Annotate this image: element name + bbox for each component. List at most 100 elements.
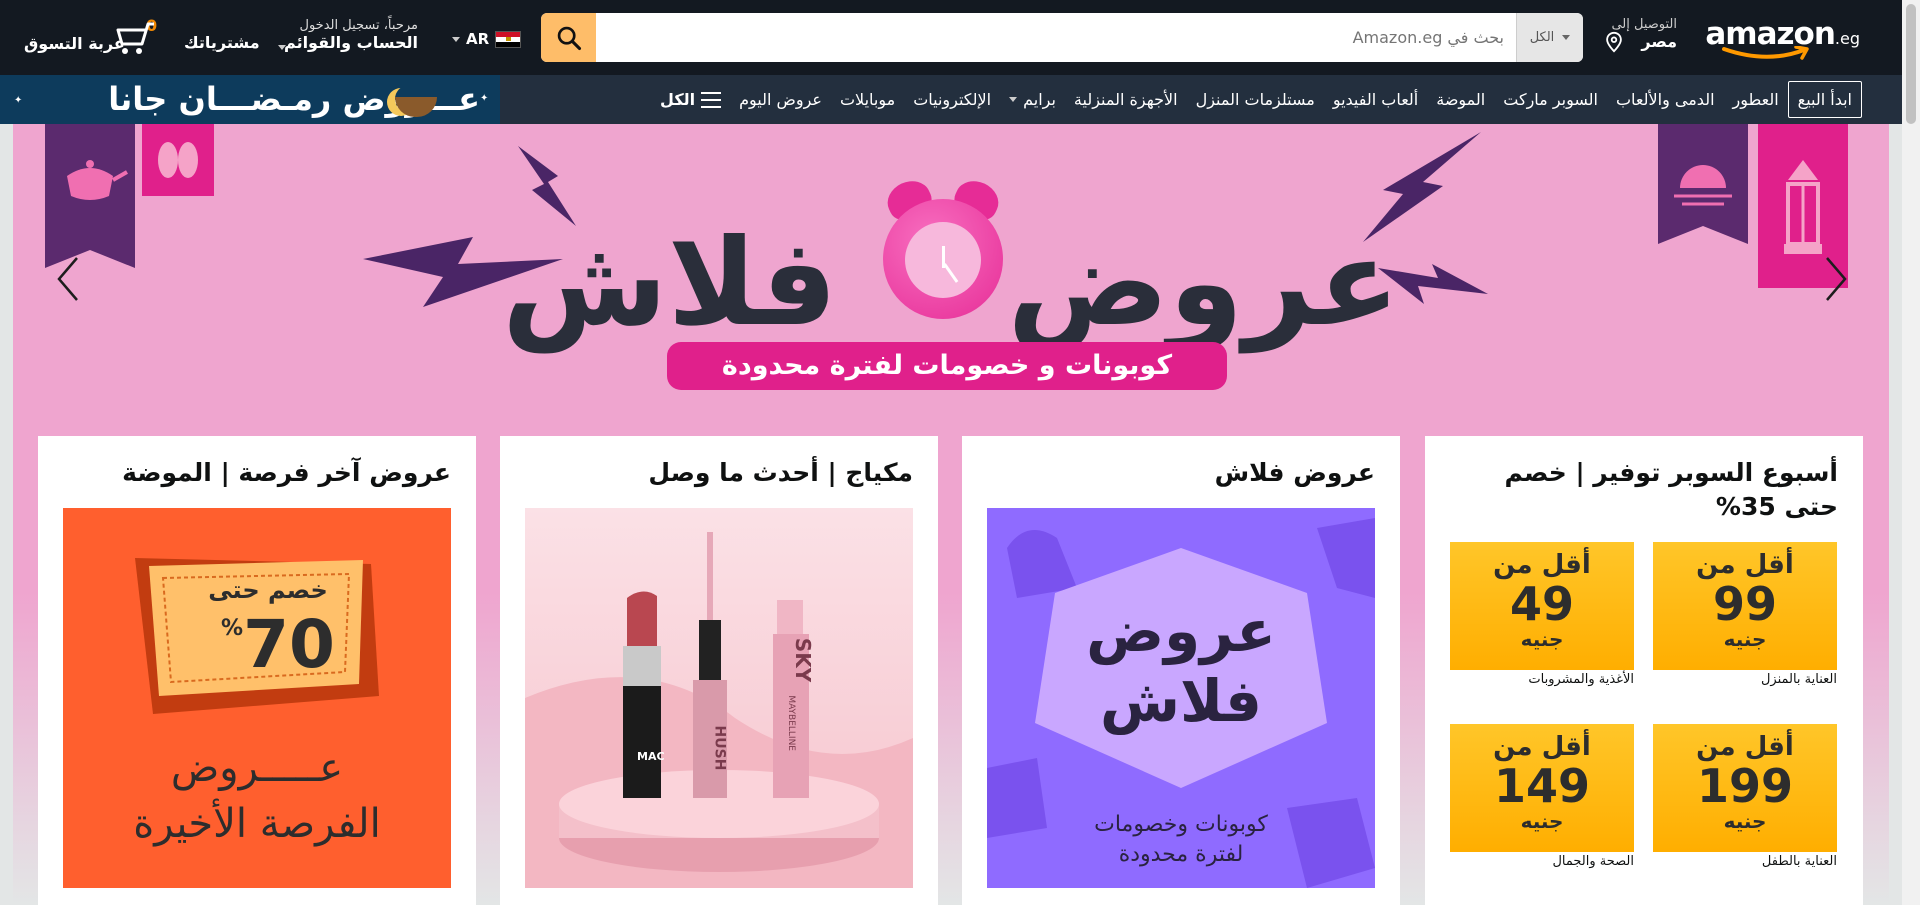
scrollbar-thumb[interactable] bbox=[1906, 4, 1916, 124]
card-title: مكياج | أحدث ما وصل bbox=[648, 458, 913, 487]
ramadan-promo-banner[interactable]: عـــروض رمـضـــان جانا ✦ ✦ bbox=[0, 75, 500, 124]
search-category-label: الكل bbox=[1529, 30, 1555, 45]
dates-banner-icon bbox=[142, 124, 214, 196]
card-last-chance-fashion[interactable]: عروض آخر فرصة | الموضة خصم حتى %70 عــــ… bbox=[38, 436, 476, 905]
deliver-to[interactable]: التوصيل إلى مصر bbox=[1606, 17, 1677, 57]
cart-button[interactable]: عربة التسوق 0 bbox=[22, 16, 162, 58]
nav-item-todays-deals[interactable]: عروض اليوم bbox=[730, 84, 831, 115]
nav-item-home[interactable]: مستلزمات المنزل bbox=[1187, 84, 1324, 115]
nav-start-selling[interactable]: ابدأ البيع bbox=[1787, 81, 1862, 118]
tile-caption[interactable]: الأغذية والمشروبات bbox=[1450, 672, 1634, 687]
tile-caption[interactable]: العناية بالمنزل bbox=[1653, 672, 1837, 687]
last-chance-title: عـــــروض الفرصة الأخيرة bbox=[63, 740, 451, 852]
tile-prefix: أقل من bbox=[1696, 550, 1794, 580]
tile-number: 49 bbox=[1509, 577, 1574, 631]
card-title: أسبوع السوبر توفير | خصم حتى 35% bbox=[1504, 458, 1838, 521]
card-flash-deals[interactable]: عروض فلاش عروض فلاش كوبونات وخصومات لفتر… bbox=[962, 436, 1400, 905]
tile-under-149[interactable]: أقل من 149 جنيه bbox=[1450, 724, 1634, 852]
nav-bar: الكل عروض اليوم موبايلات الإلكترونيات بر… bbox=[0, 75, 1902, 124]
language-label: AR bbox=[466, 30, 490, 48]
tile-under-49[interactable]: أقل من 49 جنيه bbox=[1450, 542, 1634, 670]
logo-tld: .eg bbox=[1834, 29, 1860, 48]
nav-item-electronics[interactable]: الإلكترونيات bbox=[904, 84, 1000, 115]
cart-label: عربة التسوق bbox=[24, 34, 125, 53]
search-category-dropdown[interactable]: الكل bbox=[1516, 13, 1583, 62]
tile-currency: جنيه bbox=[1723, 627, 1767, 651]
nav-item-perfumes[interactable]: العطور bbox=[1724, 84, 1788, 115]
smile-arrow-icon bbox=[1722, 46, 1809, 60]
flash-image-title-1: عروض bbox=[1086, 597, 1276, 665]
mid-brand: HUSH bbox=[711, 725, 728, 771]
chevron-down-icon bbox=[1562, 35, 1571, 40]
language-selector[interactable]: AR bbox=[452, 30, 522, 48]
hero-subtitle: كوبونات و خصومات لفترة محدودة bbox=[667, 342, 1227, 390]
amazon-eg-home: amazon.eg التوصيل إلى مصر بحث في Amazon.… bbox=[0, 0, 1920, 905]
mascara-brand: MAYBELLINE bbox=[786, 695, 796, 751]
amazon-logo[interactable]: amazon.eg bbox=[1705, 14, 1860, 64]
tile-prefix: أقل من bbox=[1696, 732, 1794, 762]
card-title: عروض آخر فرصة | الموضة bbox=[122, 458, 451, 487]
makeup-image[interactable]: MAC HUSH MAYBELLINE SKY bbox=[525, 508, 913, 888]
last-chance-line2: الفرصة الأخيرة bbox=[133, 801, 381, 847]
tile-number: 199 bbox=[1696, 759, 1794, 813]
tile-under-199[interactable]: أقل من 199 جنيه bbox=[1653, 724, 1837, 852]
flash-image-title: عروض فلاش bbox=[987, 596, 1375, 736]
tile-caption[interactable]: الصحة والجمال bbox=[1450, 854, 1634, 869]
card-makeup-new-arrivals[interactable]: مكياج | أحدث ما وصل MAC HUSH MAYBELLINE … bbox=[500, 436, 938, 905]
sticker-pct: 70 bbox=[243, 606, 335, 683]
nav-all-menu[interactable]: الكل bbox=[646, 84, 730, 115]
star-icon: ✦ bbox=[480, 93, 489, 104]
search-bar: الكل bbox=[541, 13, 1583, 62]
sticker-discount: %70 bbox=[193, 606, 363, 683]
flash-deals-image[interactable]: عروض فلاش كوبونات وخصومات لفترة محدودة bbox=[987, 508, 1375, 888]
sticker-sign: % bbox=[221, 616, 244, 641]
star-icon: ✦ bbox=[14, 95, 23, 106]
search-input[interactable] bbox=[596, 13, 1516, 62]
nav-item-appliances[interactable]: الأجهزة المنزلية bbox=[1065, 84, 1187, 115]
nav-item-fashion[interactable]: الموضة bbox=[1427, 84, 1494, 115]
carousel-prev-arrow-icon[interactable] bbox=[53, 254, 83, 304]
hero-title-right: عروض bbox=[1007, 214, 1400, 353]
account-label: الحساب والقوائم bbox=[284, 33, 418, 52]
mascara-name: SKY bbox=[791, 637, 816, 683]
egypt-flag-icon bbox=[495, 30, 522, 48]
flash-image-sub-2: لفترة محدودة bbox=[1118, 842, 1244, 867]
nav-item-video-games[interactable]: ألعاب الفيديو bbox=[1324, 84, 1427, 115]
deliver-label: التوصيل إلى bbox=[1611, 17, 1677, 32]
orders-link[interactable]: مشترياتك bbox=[184, 33, 260, 52]
nav-item-mobiles[interactable]: موبايلات bbox=[831, 84, 904, 115]
tile-under-99[interactable]: أقل من 99 جنيه bbox=[1653, 542, 1837, 670]
tile-number: 149 bbox=[1493, 759, 1591, 813]
card-title: عروض فلاش bbox=[1214, 458, 1375, 487]
tile-number: 99 bbox=[1712, 577, 1777, 631]
flash-image-subtitle: كوبونات وخصومات لفترة محدودة bbox=[987, 810, 1375, 870]
search-icon bbox=[557, 26, 581, 50]
tile-currency: جنيه bbox=[1520, 627, 1564, 651]
last-chance-image[interactable]: خصم حتى %70 عـــــروض الفرصة الأخيرة bbox=[63, 508, 451, 888]
nav-item-toys[interactable]: الدمى والألعاب bbox=[1607, 84, 1724, 115]
nav-item-supermarket[interactable]: السوبر ماركت bbox=[1494, 84, 1607, 115]
last-chance-line1: عـــــروض bbox=[170, 745, 344, 791]
tile-prefix: أقل من bbox=[1493, 732, 1591, 762]
card-super-saver-week[interactable]: أسبوع السوبر توفير | خصم حتى 35% أقل من … bbox=[1425, 436, 1863, 905]
flash-image-sub-1: كوبونات وخصومات bbox=[1094, 812, 1268, 837]
search-button[interactable] bbox=[541, 13, 596, 62]
chevron-down-icon bbox=[1009, 97, 1018, 102]
carousel-next-arrow-icon[interactable] bbox=[1821, 254, 1851, 304]
sticker-top: خصم حتى bbox=[208, 576, 328, 604]
lipstick-brand: MAC bbox=[637, 750, 665, 763]
location-pin-icon bbox=[1606, 31, 1622, 53]
hero-title-left: فلاش bbox=[502, 214, 838, 353]
makeup-products-graphic bbox=[525, 532, 913, 888]
account-greeting: مرحباً، تسجيل الدخول bbox=[299, 18, 419, 33]
tile-caption[interactable]: العناية بالطفل bbox=[1653, 854, 1837, 869]
nav-item-prime-label: برايم bbox=[1023, 90, 1056, 109]
chevron-down-icon bbox=[452, 36, 460, 42]
hamburger-icon bbox=[701, 91, 722, 108]
nav-item-prime[interactable]: برايم bbox=[1000, 84, 1065, 115]
tile-currency: جنيه bbox=[1520, 809, 1564, 833]
cart-icon bbox=[116, 22, 154, 54]
account-lists[interactable]: مرحباً، تسجيل الدخول الحساب والقوائم bbox=[278, 18, 419, 52]
nav-all-label: الكل bbox=[660, 90, 696, 109]
page-scrollbar[interactable] bbox=[1902, 0, 1920, 905]
